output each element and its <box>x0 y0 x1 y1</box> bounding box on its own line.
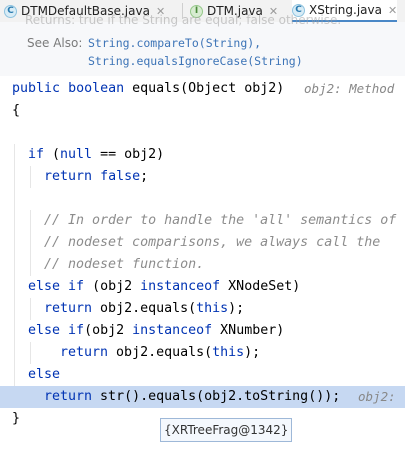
inline-debug-hint: obj2: Method <box>304 81 395 96</box>
code-comment: // In order to handle the 'all' semantic… <box>44 213 397 228</box>
see-also-label: See Also: <box>27 36 83 50</box>
debug-value-tooltip[interactable]: {XRTreeFrag@1342} <box>160 418 293 442</box>
code-line: // In order to handle the 'all' semantic… <box>0 210 405 232</box>
code-line: return obj2.equals(this); <box>0 298 405 320</box>
code-line: // nodeset comparisons, we always call t… <box>0 232 405 254</box>
see-also-link-equalsignorecase[interactable]: String.equalsIgnoreCase(String) <box>88 54 303 68</box>
current-execution-line: return str().equals(obj2.toString()); obj… <box>0 386 405 408</box>
class-file-icon: C <box>4 4 17 18</box>
code-comment: // nodeset comparisons, we always call t… <box>44 235 381 250</box>
see-also-link-compareto[interactable]: String.compareTo(String), <box>88 36 261 50</box>
javadoc-panel: Returns: true if the String are equal; f… <box>0 13 405 76</box>
method-signature: equals(Object obj2) <box>132 81 285 96</box>
code-line: else <box>0 364 405 386</box>
code-line: return obj2.equals(this); <box>0 342 405 364</box>
code-line: else if(obj2 instanceof XNumber) <box>0 320 405 342</box>
code-line: if (null == obj2) <box>0 144 405 166</box>
code-comment: // nodeset function. <box>44 257 205 272</box>
code-line: return false; <box>0 166 405 188</box>
code-line <box>0 188 405 210</box>
code-line: else if (obj2 instanceof XNodeSet) <box>0 276 405 298</box>
inline-debug-hint: obj2: <box>358 389 396 404</box>
code-line: { <box>12 103 21 118</box>
code-keyword: public <box>12 81 61 96</box>
code-line: // nodeset function. <box>0 254 405 276</box>
code-line: public boolean equals(Object obj2) obj2: … <box>0 78 405 100</box>
close-tab-icon[interactable]: ✕ <box>388 4 397 17</box>
javadoc-returns-text: Returns: true if the String are equal; f… <box>25 13 342 27</box>
code-keyword: boolean <box>68 81 125 96</box>
